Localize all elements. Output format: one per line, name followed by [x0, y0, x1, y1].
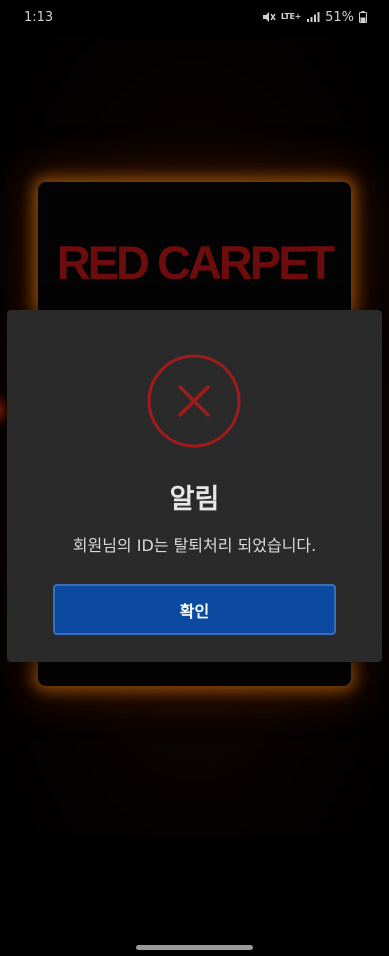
alert-dialog: 알림 회원님의 ID는 탈퇴처리 되었습니다. 확인: [7, 310, 382, 662]
status-icons: LTE+ 51%: [262, 10, 367, 25]
lte-plus-icon: LTE+: [280, 12, 302, 21]
error-x-icon: [146, 353, 242, 449]
mute-vibrate-icon: [262, 11, 276, 23]
confirm-button[interactable]: 확인: [53, 584, 336, 635]
status-bar: 1:13 LTE+ 51%: [0, 0, 389, 34]
status-time: 1:13: [24, 9, 54, 25]
navigation-area: [0, 836, 389, 956]
battery-percent: 51%: [325, 9, 354, 25]
app-logo-text: RED CARPET: [56, 236, 336, 289]
dialog-message: 회원님의 ID는 탈퇴처리 되었습니다.: [72, 536, 317, 555]
signal-icon: [306, 11, 320, 23]
dialog-title: 알림: [169, 484, 220, 515]
home-indicator[interactable]: [136, 945, 253, 950]
screen: 1:13 LTE+ 51% RED CARPET 알림 회원님의 ID는 탈퇴처…: [0, 0, 389, 956]
battery-icon: [359, 11, 367, 23]
